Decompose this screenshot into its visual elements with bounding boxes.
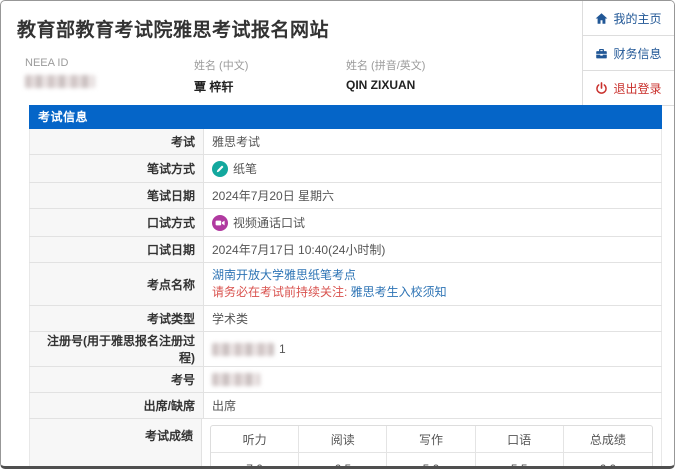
name-pinyin-field: 姓名 (拼音/英文) QIN ZIXUAN bbox=[346, 57, 425, 92]
name-chinese-value: 覃 梓轩 bbox=[194, 80, 234, 94]
table-row-exam: 考试 雅思考试 bbox=[29, 129, 662, 155]
row-label: 笔试日期 bbox=[29, 183, 204, 208]
menu-logout[interactable]: 退出登录 bbox=[583, 71, 674, 106]
neea-id-label: NEEA ID bbox=[25, 57, 69, 69]
row-value: 雅思考试 bbox=[204, 129, 662, 154]
table-row-candidate-number: 考号 bbox=[29, 367, 662, 393]
row-label: 考试类型 bbox=[29, 306, 204, 331]
neea-id-field: NEEA ID bbox=[25, 57, 95, 89]
score-listening: 7.0 bbox=[211, 453, 300, 466]
registration-number-visible-suffix: 1 bbox=[279, 342, 286, 356]
score-header-reading: 阅读 bbox=[299, 426, 388, 453]
score-header-row: 听力 阅读 写作 口语 总成绩 bbox=[211, 426, 652, 453]
candidate-number-redacted-value bbox=[212, 373, 260, 386]
row-label: 注册号(用于雅思报名注册过程) bbox=[29, 332, 204, 366]
row-value: 视频通话口试 bbox=[233, 216, 306, 230]
table-row-registration-number: 注册号(用于雅思报名注册过程) 1 bbox=[29, 332, 662, 367]
score-overall: 6.0 bbox=[599, 461, 617, 469]
menu-financial-info[interactable]: 财务信息 bbox=[583, 36, 674, 71]
score-table: 听力 阅读 写作 口语 总成绩 7.0 6.5 5.0 5.5 6.0 bbox=[210, 425, 653, 469]
briefcase-icon bbox=[595, 47, 608, 60]
name-chinese-field: 姓名 (中文) 覃 梓轩 bbox=[194, 57, 248, 95]
neea-id-redacted-value bbox=[25, 75, 95, 89]
row-label: 考点名称 bbox=[29, 263, 204, 305]
row-label: 考号 bbox=[29, 367, 204, 392]
score-header-speaking: 口语 bbox=[475, 426, 564, 453]
name-pinyin-value: QIN ZIXUAN bbox=[346, 78, 416, 92]
score-speaking: 5.5 bbox=[476, 453, 564, 466]
exam-info-panel: 考试信息 考试 雅思考试 笔试方式 纸笔 笔试日期 2024年7月20日 星期六… bbox=[29, 105, 662, 469]
table-row-written-mode: 笔试方式 纸笔 bbox=[29, 155, 662, 183]
registration-number-redacted-value bbox=[212, 342, 274, 356]
row-label: 出席/缺席 bbox=[29, 393, 204, 418]
name-pinyin-label: 姓名 (拼音/英文) bbox=[346, 60, 426, 72]
row-label: 考试成绩 bbox=[29, 419, 202, 466]
score-header-listening: 听力 bbox=[211, 426, 300, 453]
home-icon bbox=[595, 12, 608, 25]
row-label: 笔试方式 bbox=[29, 155, 204, 182]
table-row-attendance: 出席/缺席 出席 bbox=[29, 393, 662, 419]
score-header-writing: 写作 bbox=[387, 426, 476, 453]
table-row-speaking-date: 口试日期 2024年7月17日 10:40(24小时制) bbox=[29, 237, 662, 263]
score-writing: 5.0 bbox=[387, 453, 476, 466]
row-value: 出席 bbox=[204, 393, 662, 418]
row-label: 考试 bbox=[29, 129, 204, 154]
row-value: 学术类 bbox=[204, 306, 662, 331]
venue-link[interactable]: 湖南开放大学雅思纸笔考点 bbox=[212, 268, 356, 282]
score-header-overall: 总成绩 bbox=[563, 426, 652, 453]
score-reading: 6.5 bbox=[299, 453, 388, 466]
score-value-row: 7.0 6.5 5.0 5.5 6.0 bbox=[211, 453, 652, 469]
menu-logout-label: 退出登录 bbox=[613, 81, 662, 96]
power-icon bbox=[595, 81, 608, 95]
venue-notice-text: 请务必在考试前持续关注: bbox=[212, 285, 351, 299]
row-label: 口试日期 bbox=[29, 237, 204, 262]
row-value: 2024年7月20日 星期六 bbox=[204, 183, 662, 208]
menu-my-homepage-label: 我的主页 bbox=[613, 11, 662, 26]
row-label: 口试方式 bbox=[29, 209, 204, 236]
table-row-exam-type: 考试类型 学术类 bbox=[29, 306, 662, 332]
header-menu: 我的主页 财务信息 退出登录 bbox=[582, 1, 674, 106]
entry-notice-link[interactable]: 雅思考生入校须知 bbox=[351, 285, 447, 299]
menu-financial-info-label: 财务信息 bbox=[613, 46, 662, 61]
name-chinese-label: 姓名 (中文) bbox=[194, 60, 249, 72]
menu-my-homepage[interactable]: 我的主页 bbox=[583, 1, 674, 36]
table-row-written-date: 笔试日期 2024年7月20日 星期六 bbox=[29, 183, 662, 209]
ielts-registration-page: 教育部教育考试院雅思考试报名网站 NEEA ID 姓名 (中文) 覃 梓轩 姓名… bbox=[0, 0, 675, 469]
row-value: 纸笔 bbox=[233, 162, 258, 176]
section-header-exam-info: 考试信息 bbox=[29, 105, 662, 129]
row-value: 2024年7月17日 10:40(24小时制) bbox=[204, 237, 662, 262]
table-row-venue: 考点名称 湖南开放大学雅思纸笔考点 请务必在考试前持续关注: 雅思考生入校须知 bbox=[29, 263, 662, 306]
video-icon bbox=[212, 214, 228, 231]
table-row-speaking-mode: 口试方式 视频通话口试 bbox=[29, 209, 662, 237]
pencil-icon bbox=[212, 160, 228, 177]
page-header: 教育部教育考试院雅思考试报名网站 NEEA ID 姓名 (中文) 覃 梓轩 姓名… bbox=[1, 1, 674, 106]
table-row-scores: 考试成绩 听力 阅读 写作 口语 总成绩 7.0 6.5 5.0 5.5 6.0 bbox=[29, 419, 662, 469]
page-title: 教育部教育考试院雅思考试报名网站 bbox=[17, 20, 330, 41]
